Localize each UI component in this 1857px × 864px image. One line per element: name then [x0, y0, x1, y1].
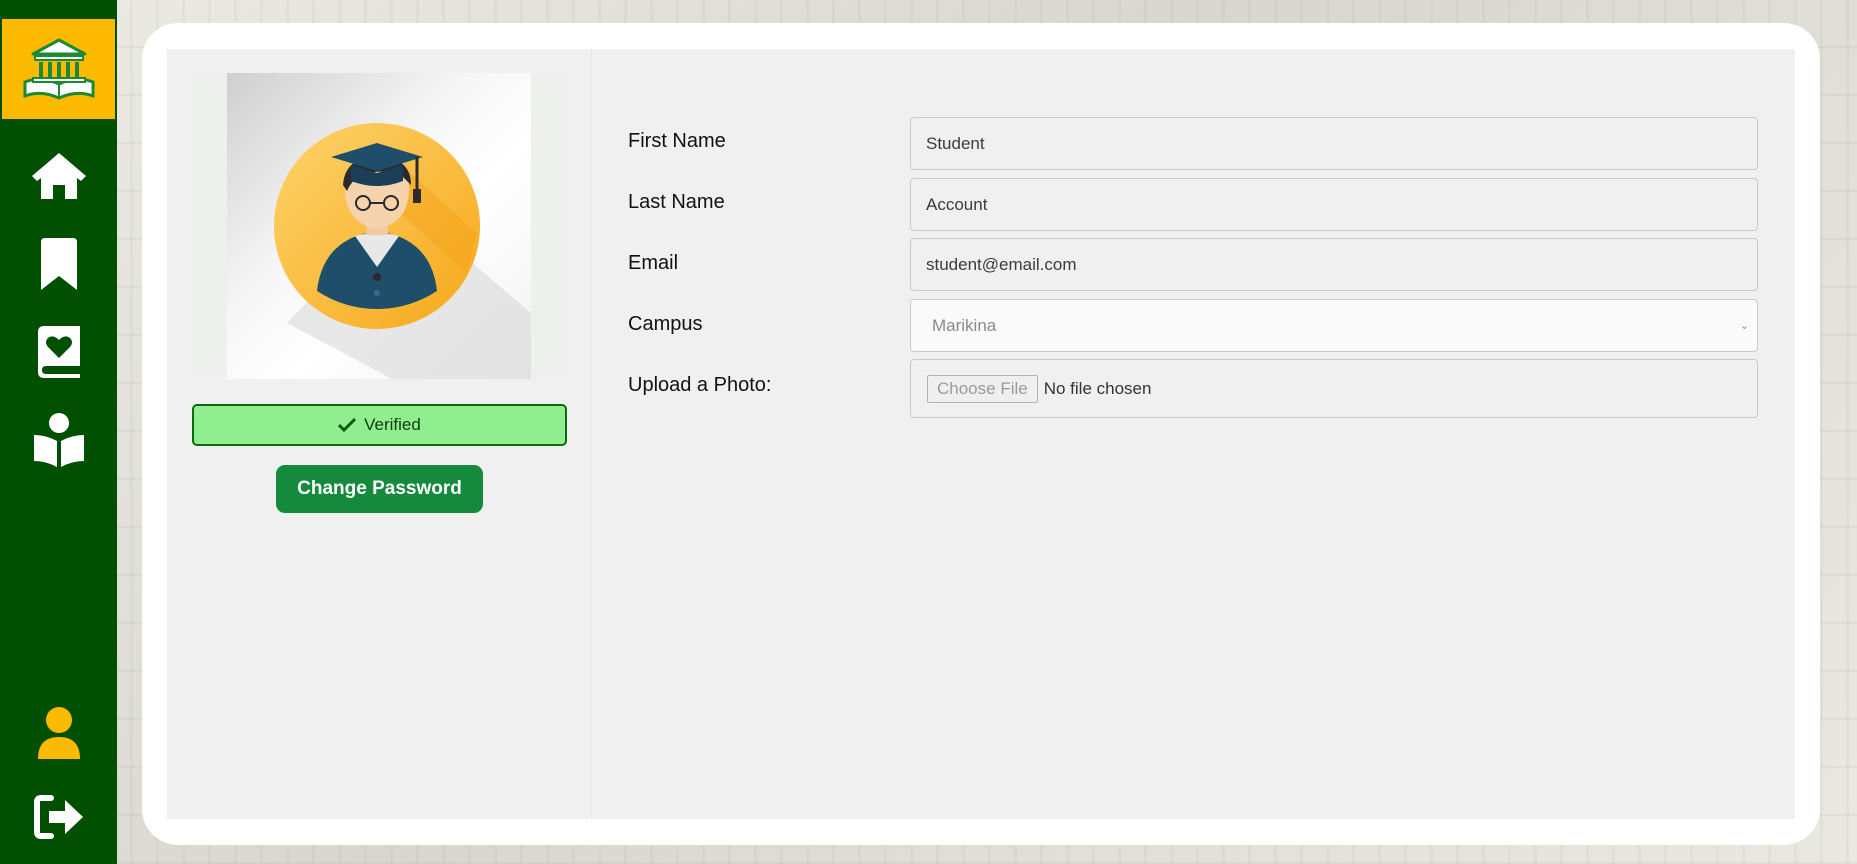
email-label: Email — [628, 252, 679, 274]
campus-label: Campus — [628, 313, 703, 335]
last-name-field[interactable]: Account — [910, 178, 1758, 231]
change-password-button[interactable]: Change Password — [276, 465, 483, 513]
verified-label: Verified — [364, 415, 421, 434]
logout-icon — [33, 795, 83, 839]
home-icon — [31, 153, 86, 199]
first-name-label: First Name — [628, 130, 726, 152]
library-building-book-icon — [23, 38, 94, 100]
campus-selected-value: Marikina — [932, 315, 997, 335]
check-icon — [338, 418, 357, 432]
choose-file-button[interactable]: Choose File — [927, 374, 1038, 403]
profile-panel: Verified Change Password First Name Stud… — [167, 49, 1795, 819]
nav-bookmarks[interactable] — [24, 229, 94, 299]
last-name-label: Last Name — [628, 191, 725, 213]
avatar — [227, 73, 531, 379]
graduate-avatar-icon — [274, 123, 531, 379]
logo[interactable] — [2, 19, 115, 119]
sidebar — [0, 0, 117, 864]
nav-profile[interactable] — [24, 698, 94, 768]
bookmark-icon — [40, 238, 77, 290]
nav-logout[interactable] — [24, 782, 94, 852]
upload-photo-field[interactable]: Choose File No file chosen — [910, 359, 1758, 418]
avatar-frame — [192, 73, 567, 379]
email-field[interactable]: student@email.com — [910, 238, 1758, 291]
chevron-down-icon: ⌄ — [1739, 320, 1749, 332]
profile-card: Verified Change Password First Name Stud… — [142, 23, 1820, 845]
upload-label: Upload a Photo: — [628, 374, 772, 396]
file-status: No file chosen — [1043, 378, 1152, 398]
nav-favorites[interactable] — [24, 317, 94, 387]
campus-select[interactable]: Marikina ⌄ — [910, 299, 1758, 352]
nav-reading[interactable] — [24, 405, 94, 475]
user-icon — [37, 707, 80, 759]
profile-left-column: Verified Change Password — [167, 49, 592, 819]
nav-home[interactable] — [24, 141, 94, 211]
verified-status-badge: Verified — [192, 404, 567, 446]
first-name-field[interactable]: Student — [910, 117, 1758, 170]
book-heart-icon — [37, 326, 80, 378]
reader-icon — [33, 413, 84, 467]
